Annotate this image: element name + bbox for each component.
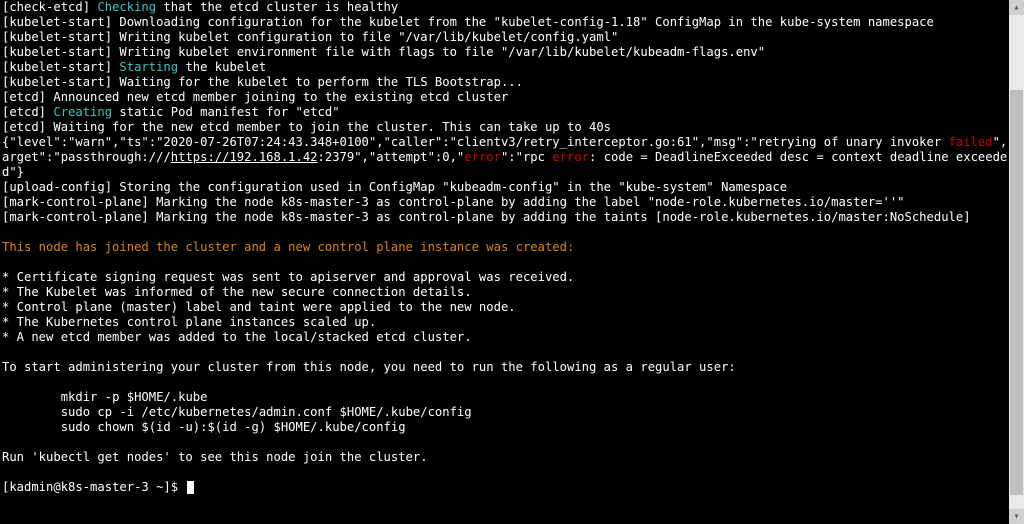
terminal-text: * Certificate signing request was sent t… <box>2 270 574 284</box>
terminal-text: This node has joined the cluster and a n… <box>2 240 574 254</box>
cursor-icon <box>187 481 194 494</box>
scroll-down-button[interactable]: ▾ <box>1009 509 1024 524</box>
terminal-line: * The Kubernetes control plane instances… <box>2 315 1022 330</box>
terminal-text: [kubelet-start] <box>2 60 119 74</box>
terminal-line: [kubelet-start] Starting the kubelet <box>2 60 1022 75</box>
terminal-line <box>2 465 1022 480</box>
terminal-text: error <box>464 150 501 164</box>
terminal-line: mkdir -p $HOME/.kube <box>2 390 1022 405</box>
terminal-line <box>2 225 1022 240</box>
terminal-text: sudo chown $(id -u):$(id -g) $HOME/.kube… <box>2 420 406 434</box>
terminal-line: [etcd] Announced new etcd member joining… <box>2 90 1022 105</box>
terminal-output[interactable]: [check-etcd] Checking that the etcd clus… <box>0 0 1024 495</box>
terminal-text: that the etcd cluster is healthy <box>156 0 398 14</box>
terminal-prompt: [kadmin@k8s-master-3 ~]$ <box>2 480 185 495</box>
terminal-line: [kubelet-start] Waiting for the kubelet … <box>2 75 1022 90</box>
terminal-text: [etcd] <box>2 105 53 119</box>
terminal-text <box>2 225 9 239</box>
terminal-line: * Certificate signing request was sent t… <box>2 270 1022 285</box>
terminal-line: [kubelet-start] Writing kubelet environm… <box>2 45 1022 60</box>
terminal-line <box>2 345 1022 360</box>
terminal-line: * The Kubelet was informed of the new se… <box>2 285 1022 300</box>
terminal-line: sudo chown $(id -u):$(id -g) $HOME/.kube… <box>2 420 1022 435</box>
terminal-text: Starting <box>119 60 178 74</box>
terminal-text: :2379","attempt":0," <box>318 150 465 164</box>
terminal-text: Run 'kubectl get nodes' to see this node… <box>2 450 428 464</box>
terminal-text: * A new etcd member was added to the loc… <box>2 330 472 344</box>
terminal-line: * Control plane (master) label and taint… <box>2 300 1022 315</box>
terminal-text: Checking <box>97 0 156 14</box>
terminal-prompt-line[interactable]: [kadmin@k8s-master-3 ~]$ <box>2 480 1022 495</box>
triangle-up-icon: ▴ <box>1013 0 1019 15</box>
terminal-line: [mark-control-plane] Marking the node k8… <box>2 195 1022 210</box>
terminal-text: [kubelet-start] Downloading configuratio… <box>2 15 934 29</box>
terminal-text: the kubelet <box>178 60 266 74</box>
terminal-text: [etcd] Announced new etcd member joining… <box>2 90 508 104</box>
terminal-text: ":"rpc <box>501 150 552 164</box>
terminal-text <box>2 345 9 359</box>
terminal-text: * The Kubelet was informed of the new se… <box>2 285 472 299</box>
terminal-line: [upload-config] Storing the configuratio… <box>2 180 1022 195</box>
terminal-text: [kubelet-start] Writing kubelet environm… <box>2 45 765 59</box>
terminal-text: https://192.168.1.42 <box>171 150 318 164</box>
terminal-text: error <box>552 150 589 164</box>
scrollbar[interactable]: ▴ ▾ <box>1009 0 1024 524</box>
terminal-line: sudo cp -i /etc/kubernetes/admin.conf $H… <box>2 405 1022 420</box>
terminal-line <box>2 375 1022 390</box>
terminal-line <box>2 435 1022 450</box>
terminal-line: This node has joined the cluster and a n… <box>2 240 1022 255</box>
terminal-text: To start administering your cluster from… <box>2 360 736 374</box>
terminal-text: mkdir -p $HOME/.kube <box>2 390 207 404</box>
terminal-text: failed <box>949 135 993 149</box>
terminal-text: [kubelet-start] Writing kubelet configur… <box>2 30 618 44</box>
terminal-text <box>2 435 9 449</box>
scrollbar-thumb[interactable] <box>1010 90 1023 495</box>
terminal-line: * A new etcd member was added to the loc… <box>2 330 1022 345</box>
terminal-line: To start administering your cluster from… <box>2 360 1022 375</box>
terminal-text <box>2 465 9 479</box>
terminal-line: [check-etcd] Checking that the etcd clus… <box>2 0 1022 15</box>
terminal-text: [mark-control-plane] Marking the node k8… <box>2 195 905 209</box>
terminal-text: [etcd] Waiting for the new etcd member t… <box>2 120 611 134</box>
terminal-line: [etcd] Creating static Pod manifest for … <box>2 105 1022 120</box>
scroll-up-button[interactable]: ▴ <box>1009 0 1024 15</box>
terminal-line: [kubelet-start] Downloading configuratio… <box>2 15 1022 30</box>
terminal-line: [etcd] Waiting for the new etcd member t… <box>2 120 1022 135</box>
terminal-text: * Control plane (master) label and taint… <box>2 300 516 314</box>
terminal-line: [mark-control-plane] Marking the node k8… <box>2 210 1022 225</box>
terminal-line: Run 'kubectl get nodes' to see this node… <box>2 450 1022 465</box>
terminal-text: [upload-config] Storing the configuratio… <box>2 180 787 194</box>
terminal-text: static Pod manifest for "etcd" <box>112 105 339 119</box>
terminal-text: [kubelet-start] Waiting for the kubelet … <box>2 75 523 89</box>
terminal-line: [kubelet-start] Writing kubelet configur… <box>2 30 1022 45</box>
terminal-text: {"level":"warn","ts":"2020-07-26T07:24:4… <box>2 135 949 149</box>
terminal-text <box>2 375 9 389</box>
terminal-text: [mark-control-plane] Marking the node k8… <box>2 210 971 224</box>
terminal-text: Creating <box>53 105 112 119</box>
terminal-line <box>2 255 1022 270</box>
terminal-text: sudo cp -i /etc/kubernetes/admin.conf $H… <box>2 405 472 419</box>
terminal-text <box>2 255 9 269</box>
terminal-text: * The Kubernetes control plane instances… <box>2 315 376 329</box>
terminal-line: {"level":"warn","ts":"2020-07-26T07:24:4… <box>2 135 1022 180</box>
triangle-down-icon: ▾ <box>1013 509 1019 524</box>
terminal-text: [check-etcd] <box>2 0 97 14</box>
